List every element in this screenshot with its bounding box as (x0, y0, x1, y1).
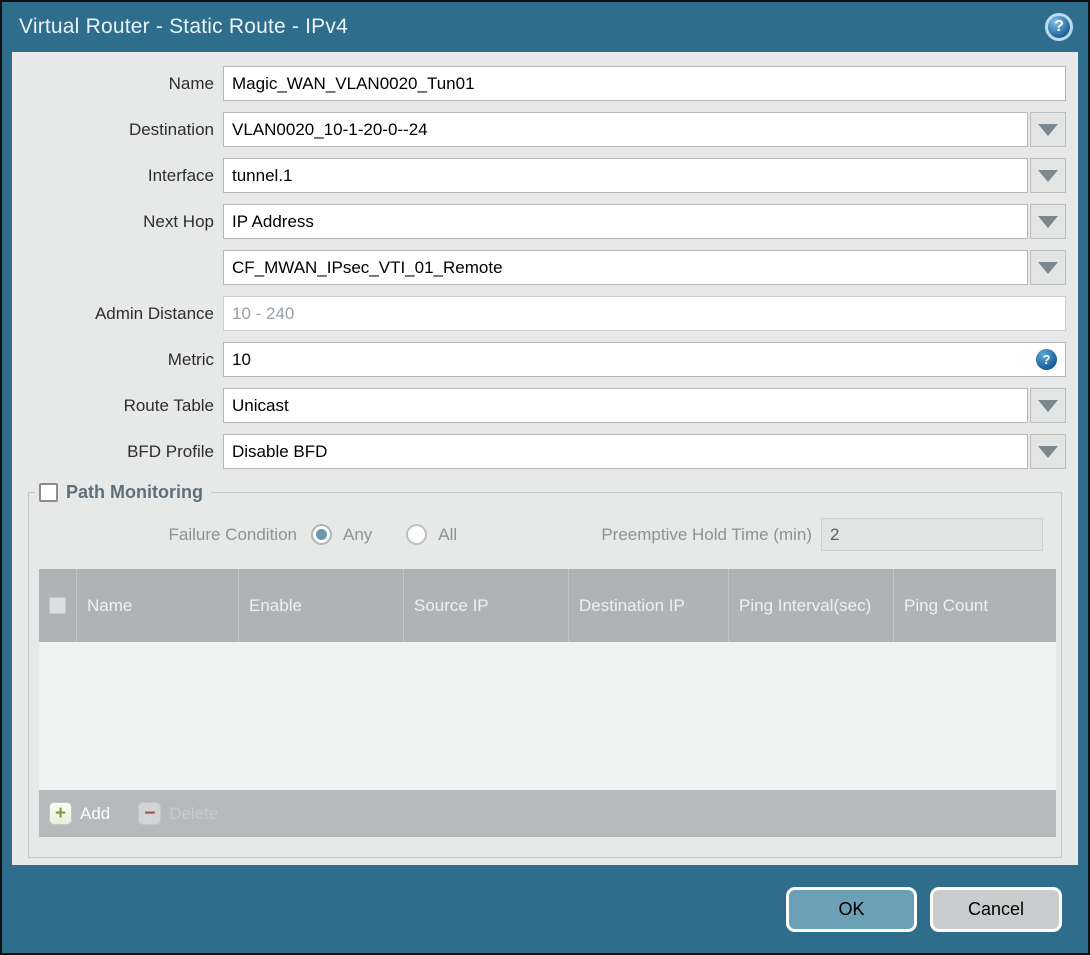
bfd-profile-dropdown-button[interactable] (1030, 434, 1066, 469)
admin-distance-input[interactable] (223, 296, 1066, 331)
row-name: Name (24, 66, 1066, 101)
interface-input[interactable] (223, 158, 1028, 193)
row-destination: Destination (24, 112, 1066, 147)
column-header-source-ip[interactable]: Source IP (403, 569, 568, 642)
metric-input[interactable] (223, 342, 1066, 377)
minus-icon: − (138, 802, 162, 825)
row-route-table: Route Table (24, 388, 1066, 423)
interface-label: Interface (147, 165, 214, 185)
info-question-icon[interactable]: ? (1036, 349, 1057, 370)
chevron-down-icon (1038, 215, 1058, 228)
ok-button[interactable]: OK (786, 886, 917, 932)
add-button[interactable]: + Add (49, 802, 110, 825)
select-all-checkbox[interactable] (49, 597, 66, 614)
form-panel: Name Destination Interface Next Hop (12, 52, 1078, 865)
route-table-label: Route Table (123, 395, 214, 415)
failure-condition-any-label: Any (343, 524, 373, 544)
column-header-destination-ip[interactable]: Destination IP (568, 569, 728, 642)
bfd-profile-input[interactable] (223, 434, 1028, 469)
interface-dropdown-button[interactable] (1030, 158, 1066, 193)
table-body-empty (39, 642, 1056, 790)
next-hop-type-input[interactable] (223, 204, 1028, 239)
row-next-hop-address (24, 250, 1066, 285)
chevron-down-icon (1038, 123, 1058, 136)
row-bfd-profile: BFD Profile (24, 434, 1066, 469)
row-admin-distance: Admin Distance (24, 296, 1066, 331)
static-route-dialog: Virtual Router - Static Route - IPv4 ? N… (0, 0, 1090, 955)
preemptive-hold-time-input[interactable] (821, 518, 1043, 551)
path-monitoring-checkbox[interactable] (39, 483, 58, 502)
path-monitoring-table: Name Enable Source IP Destination IP Pin… (39, 569, 1056, 837)
name-label: Name (168, 73, 214, 93)
metric-label: Metric (167, 349, 214, 369)
path-monitoring-legend: Path Monitoring (35, 482, 211, 503)
chevron-down-icon (1038, 169, 1058, 182)
dialog-title: Virtual Router - Static Route - IPv4 (19, 15, 348, 38)
failure-condition-label: Failure Condition (168, 524, 297, 544)
next-hop-address-input[interactable] (223, 250, 1028, 285)
column-header-enable[interactable]: Enable (238, 569, 403, 642)
bfd-profile-label: BFD Profile (127, 441, 214, 461)
failure-condition-any-radio[interactable] (311, 524, 332, 545)
failure-condition-all-radio[interactable] (406, 524, 428, 545)
row-next-hop: Next Hop (24, 204, 1066, 239)
route-table-dropdown-button[interactable] (1030, 388, 1066, 423)
delete-button-label: Delete (169, 803, 219, 823)
row-interface: Interface (24, 158, 1066, 193)
chevron-down-icon (1038, 399, 1058, 412)
next-hop-label: Next Hop (143, 211, 214, 231)
column-header-name[interactable]: Name (76, 569, 238, 642)
chevron-down-icon (1038, 261, 1058, 274)
dialog-footer: OK Cancel (2, 865, 1088, 953)
next-hop-address-dropdown-button[interactable] (1030, 250, 1066, 285)
destination-input[interactable] (223, 112, 1028, 147)
add-button-label: Add (80, 803, 111, 823)
row-metric: Metric ? (24, 342, 1066, 377)
path-monitoring-section: Path Monitoring Failure Condition Any Al… (28, 482, 1062, 858)
cancel-button[interactable]: Cancel (930, 886, 1062, 932)
column-header-ping-interval[interactable]: Ping Interval(sec) (728, 569, 893, 642)
title-bar: Virtual Router - Static Route - IPv4 ? (2, 2, 1088, 52)
plus-icon: + (49, 802, 72, 825)
destination-dropdown-button[interactable] (1030, 112, 1066, 147)
next-hop-dropdown-button[interactable] (1030, 204, 1066, 239)
path-monitoring-controls: Failure Condition Any All Preemptive Hol… (29, 517, 1055, 552)
preemptive-hold-time-label: Preemptive Hold Time (min) (601, 524, 812, 544)
name-input[interactable] (223, 66, 1066, 101)
help-icon[interactable]: ? (1045, 13, 1073, 41)
failure-condition-all-label: All (438, 524, 458, 544)
destination-label: Destination (128, 119, 214, 139)
table-toolbar: + Add − Delete (39, 790, 1056, 837)
admin-distance-label: Admin Distance (94, 303, 214, 323)
table-header-row: Name Enable Source IP Destination IP Pin… (39, 569, 1056, 642)
delete-button[interactable]: − Delete (138, 802, 218, 825)
chevron-down-icon (1038, 445, 1058, 458)
path-monitoring-title: Path Monitoring (66, 482, 203, 502)
select-all-cell (39, 569, 76, 642)
route-table-input[interactable] (223, 388, 1028, 423)
column-header-ping-count[interactable]: Ping Count (893, 569, 1056, 642)
